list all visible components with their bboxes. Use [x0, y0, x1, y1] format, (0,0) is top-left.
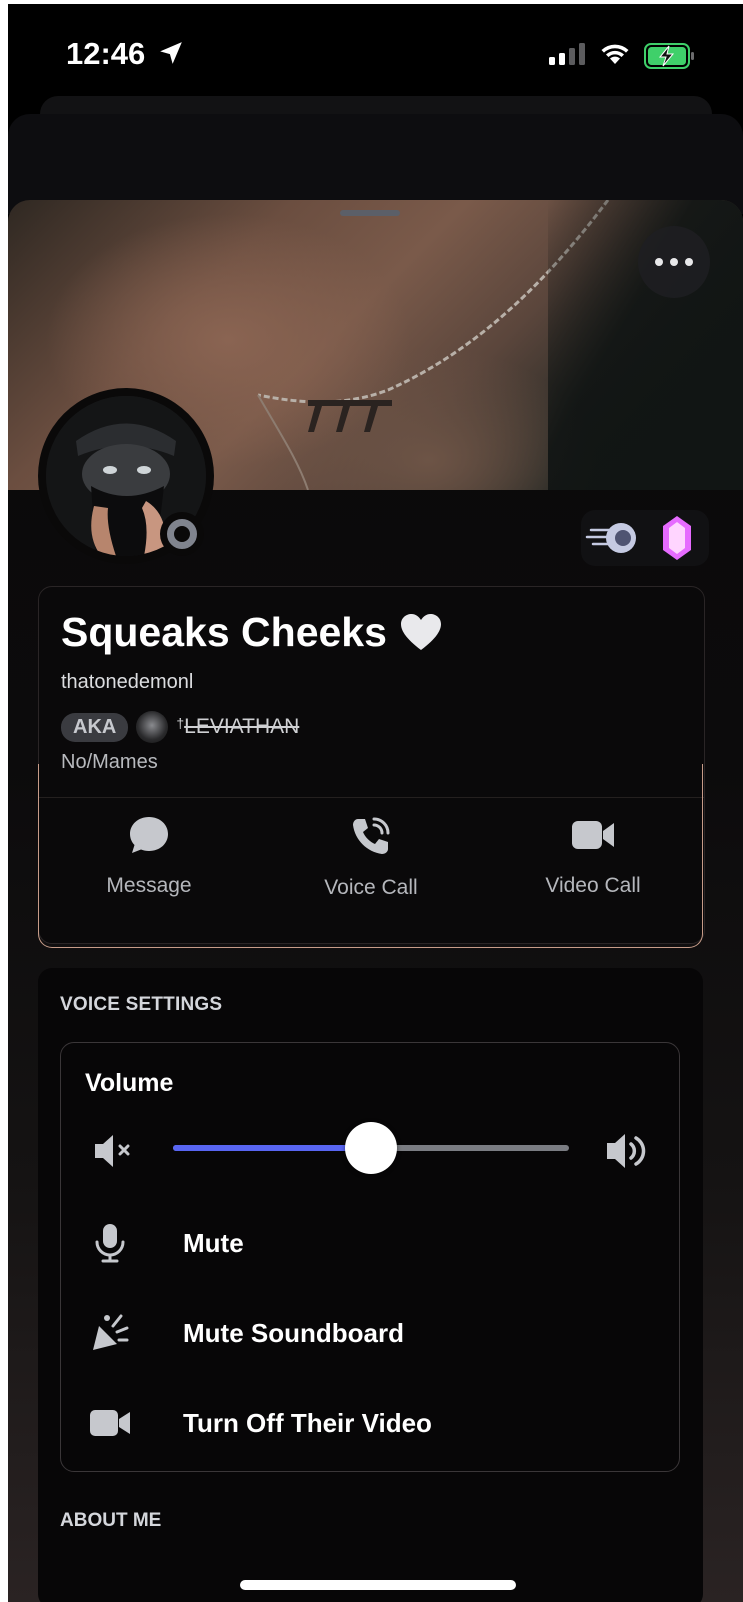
- aka-prefix: †: [176, 715, 185, 731]
- phone-screen: 12:46 Squeaks Cheeks thatonedemonl AKA †…: [8, 4, 743, 1602]
- microphone-icon-wrap: [85, 1222, 135, 1264]
- video-off-icon-wrap: [85, 1406, 135, 1440]
- location-arrow-icon: [160, 42, 182, 64]
- drag-handle[interactable]: [340, 210, 400, 216]
- voice-settings-title: VOICE SETTINGS: [60, 994, 223, 1015]
- aka-name-text: LEVIATHAN: [184, 715, 300, 738]
- turn-off-video-option[interactable]: Turn Off Their Video: [85, 1393, 645, 1453]
- card-divider: [39, 797, 704, 798]
- battery-charging-icon: [644, 43, 694, 69]
- voice-settings-box: Volume Mute Mute Soundboard Turn Off The…: [60, 1042, 680, 1472]
- aka-label: AKA: [61, 712, 129, 742]
- dot-icon: [685, 258, 693, 266]
- aka-name: †LEVIATHAN: [176, 715, 299, 739]
- mute-option[interactable]: Mute: [85, 1213, 645, 1273]
- cellular-signal-icon: [549, 43, 585, 65]
- pink-gem-badge-icon[interactable]: [657, 510, 697, 566]
- status-bar: 12:46: [8, 4, 743, 104]
- volume-slider[interactable]: [173, 1122, 569, 1174]
- mute-soundboard-label: Mute Soundboard: [183, 1317, 404, 1348]
- chat-bubble-icon: [130, 817, 168, 853]
- nitro-boost-badge-icon[interactable]: [585, 510, 645, 566]
- speaker-muted-icon[interactable]: [93, 1131, 137, 1171]
- turn-off-video-label: Turn Off Their Video: [183, 1407, 432, 1438]
- aka-row[interactable]: AKA †LEVIATHAN: [61, 711, 299, 743]
- soundboard-icon-wrap: [85, 1312, 135, 1354]
- message-label: Message: [106, 874, 192, 897]
- volume-label: Volume: [85, 1069, 174, 1097]
- video-camera-icon: [572, 821, 614, 849]
- status-time: 12:46: [66, 36, 146, 71]
- video-call-button[interactable]: Video Call: [503, 815, 683, 898]
- volume-slider-handle[interactable]: [345, 1122, 397, 1174]
- background-sheet-mid: [8, 114, 743, 214]
- offline-status-icon: [160, 512, 204, 556]
- voice-call-button[interactable]: Voice Call: [281, 815, 461, 900]
- badges: [581, 510, 709, 566]
- soundboard-icon: [93, 1314, 129, 1350]
- display-name-text: Squeaks Cheeks: [61, 609, 387, 655]
- home-indicator[interactable]: [240, 1580, 516, 1590]
- voice-settings-panel: VOICE SETTINGS Volume Mute Mute Soundboa…: [38, 968, 703, 1602]
- pronouns: No/Mames: [61, 751, 158, 773]
- speaker-loud-icon[interactable]: [605, 1129, 649, 1173]
- video-camera-icon: [90, 1410, 130, 1436]
- dot-icon: [655, 258, 663, 266]
- dot-icon: [670, 258, 678, 266]
- display-name: Squeaks Cheeks: [61, 609, 441, 656]
- phone-call-icon: [353, 817, 390, 854]
- video-call-label: Video Call: [545, 874, 641, 897]
- about-me-title: ABOUT ME: [60, 1510, 162, 1531]
- mute-soundboard-option[interactable]: Mute Soundboard: [85, 1303, 645, 1363]
- message-button[interactable]: Message: [59, 815, 239, 898]
- white-heart-icon: [400, 613, 441, 650]
- wifi-icon: [601, 44, 629, 64]
- username: thatonedemonl: [61, 671, 194, 693]
- voice-call-label: Voice Call: [324, 876, 418, 899]
- volume-slider-fill: [173, 1145, 371, 1151]
- microphone-icon: [95, 1224, 125, 1263]
- mute-label: Mute: [183, 1227, 244, 1258]
- action-buttons: Message Voice Call Video Call: [39, 815, 704, 925]
- more-options-button[interactable]: [638, 226, 710, 298]
- profile-card: Squeaks Cheeks thatonedemonl AKA †LEVIAT…: [38, 586, 705, 944]
- avatar-frame[interactable]: [38, 388, 214, 564]
- aka-avatar: [136, 711, 169, 743]
